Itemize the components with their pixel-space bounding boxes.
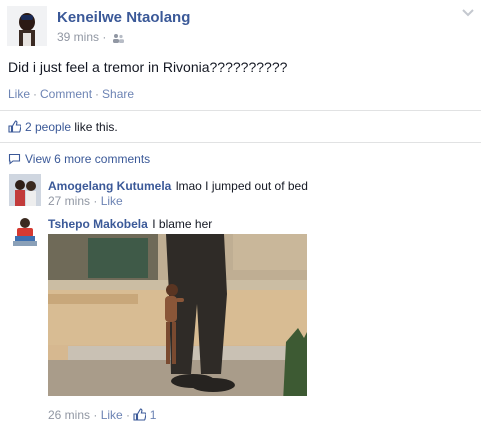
post-author-name[interactable]: Keneilwe Ntaolang — [57, 9, 190, 26]
commenter-avatar[interactable] — [9, 214, 41, 246]
divider — [0, 142, 481, 143]
post-author-avatar[interactable] — [7, 6, 47, 46]
thumbs-up-icon — [8, 120, 21, 133]
view-more-comments-label: View 6 more comments — [25, 152, 151, 166]
comment-like-button[interactable]: Like — [101, 408, 123, 422]
comment-photo[interactable] — [48, 234, 307, 396]
comment-text: lmao I jumped out of bed — [175, 179, 308, 193]
comment-text: I blame her — [152, 217, 213, 231]
likes-suffix: like this. — [71, 120, 118, 134]
comment-timestamp[interactable]: 26 mins — [48, 408, 90, 422]
comment-timestamp[interactable]: 27 mins — [48, 194, 90, 208]
thumbs-up-icon[interactable] — [133, 408, 147, 421]
like-button[interactable]: Like — [8, 87, 30, 101]
share-button[interactable]: Share — [102, 87, 134, 101]
post-status-text: Did i just feel a tremor in Rivonia?????… — [8, 59, 288, 75]
comment-meta: 27 mins · Like — [48, 194, 123, 208]
comment: Amogelang Kutumela lmao I jumped out of … — [48, 177, 308, 195]
commenter-avatar[interactable] — [9, 174, 41, 206]
post-timestamp[interactable]: 39 mins — [57, 30, 99, 44]
comment-bubble-icon — [8, 153, 21, 165]
comment: Tshepo Makobela I blame her — [48, 215, 212, 233]
post-actions: Like · Comment · Share — [8, 87, 135, 101]
friends-icon[interactable] — [112, 33, 124, 43]
divider — [0, 110, 481, 111]
comment-like-button[interactable]: Like — [101, 194, 123, 208]
comment-button[interactable]: Comment — [40, 87, 92, 101]
likes-summary: 2 people like this. — [8, 120, 118, 134]
view-more-comments[interactable]: View 6 more comments — [8, 152, 150, 166]
chevron-down-icon[interactable] — [461, 8, 475, 18]
comment-meta: 26 mins · Like · 1 — [48, 408, 157, 422]
likes-count-link[interactable]: 2 people — [25, 120, 71, 134]
comment-author[interactable]: Tshepo Makobela — [48, 217, 148, 231]
post-meta: 39 mins · — [57, 30, 124, 44]
comment-author[interactable]: Amogelang Kutumela — [48, 179, 171, 193]
comment-like-count[interactable]: 1 — [150, 408, 157, 422]
